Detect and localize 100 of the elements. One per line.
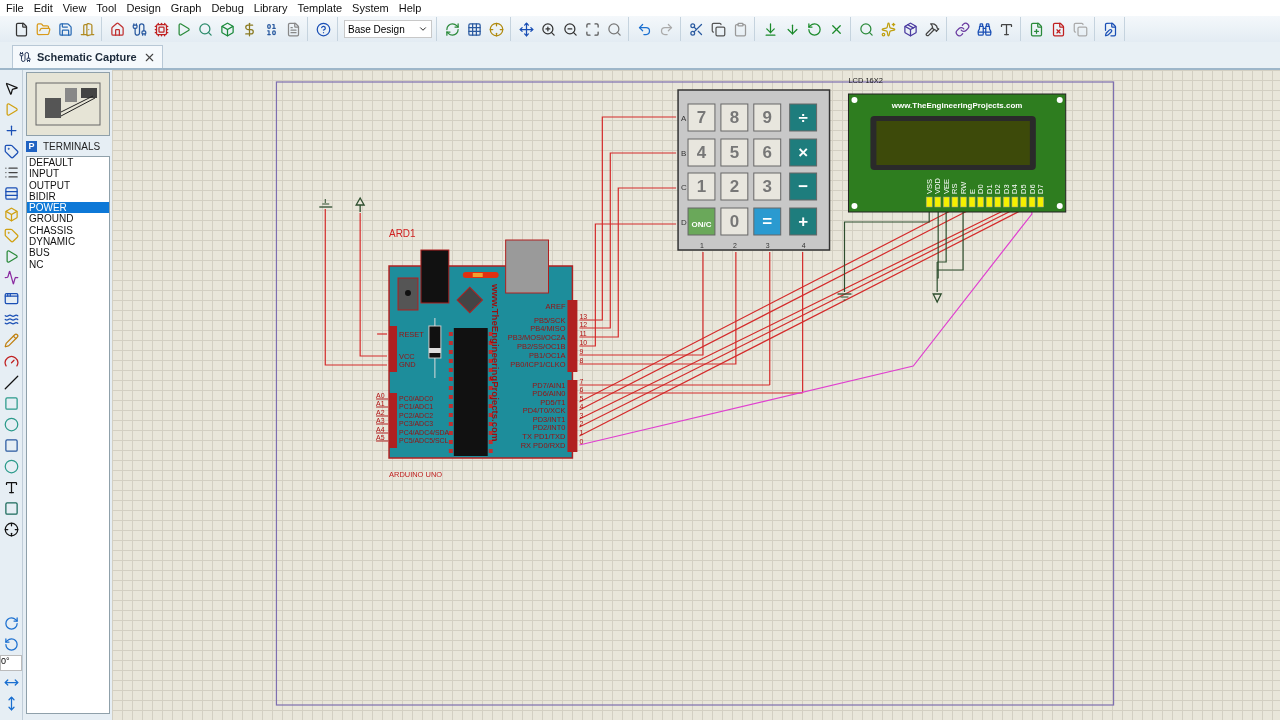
list-item[interactable]: GROUND — [27, 213, 109, 225]
instrument-icon — [3, 353, 19, 369]
list-item[interactable]: BUS — [27, 247, 109, 259]
row-label: B — [681, 149, 687, 158]
pick-device-icon — [859, 21, 874, 37]
keypad-key[interactable]: − — [789, 172, 818, 201]
box-icon — [3, 395, 19, 411]
probe-icon — [3, 332, 19, 348]
list-item[interactable]: NC — [27, 258, 109, 270]
terminal-icon — [3, 227, 19, 243]
block-rotate-icon — [807, 21, 822, 37]
label-icon — [3, 143, 19, 159]
keypad-key[interactable]: ÷ — [789, 103, 818, 132]
list-item[interactable]: POWER — [27, 202, 109, 214]
board-text: www.TheEngineeringProjects.com — [489, 284, 501, 442]
list-item[interactable]: DYNAMIC — [27, 236, 109, 248]
package-icon — [903, 21, 918, 37]
pan-icon — [519, 21, 534, 37]
marker-icon — [3, 521, 19, 537]
list-item[interactable]: INPUT — [27, 168, 109, 180]
menu-item[interactable]: Edit — [29, 2, 59, 14]
menu-item[interactable]: Design — [122, 2, 167, 14]
document-icon — [286, 21, 301, 37]
search-icon — [977, 21, 992, 37]
ground-symbol-icon — [318, 198, 333, 208]
row-label: C — [681, 183, 687, 192]
paste-icon — [733, 21, 748, 37]
chip-icon — [154, 21, 169, 37]
line-icon — [3, 374, 19, 390]
tab[interactable]: Schematic Capture — [12, 45, 163, 68]
keypad-key[interactable]: 7 — [687, 103, 716, 132]
rotate-anticlockwise-icon — [3, 636, 19, 652]
origin-icon — [489, 21, 504, 37]
save-icon — [58, 21, 73, 37]
list-item[interactable]: BIDIR — [27, 190, 109, 203]
zoom-all-icon — [585, 21, 600, 37]
zoom-out-icon — [563, 21, 578, 37]
row-label: D — [681, 218, 687, 227]
chevron-down-icon — [418, 24, 428, 34]
delete-sheet-icon — [1051, 21, 1066, 37]
keypad-key[interactable]: 2 — [720, 172, 749, 201]
zoom-area-icon — [607, 21, 622, 37]
circle-icon — [3, 416, 19, 432]
list-item[interactable]: CHASSIS — [27, 224, 109, 237]
keypad-key[interactable]: 1 — [687, 172, 716, 201]
selector-title: TERMINALS — [43, 140, 101, 152]
menu-item[interactable]: Tool — [92, 2, 123, 14]
lcd-brand-text: www.TheEngineeringProjects.com — [891, 101, 1023, 110]
hammer-icon — [925, 21, 940, 37]
text-icon — [3, 479, 19, 495]
cut-icon — [689, 21, 704, 37]
graph-icon — [3, 269, 19, 285]
new-sheet-icon — [1029, 21, 1044, 37]
rotation-field[interactable]: 0° — [0, 655, 22, 671]
list-item[interactable]: OUTPUT — [27, 179, 109, 191]
keypad-key[interactable]: 5 — [720, 138, 749, 167]
keypad-key[interactable]: + — [789, 207, 818, 236]
door-icon — [80, 21, 95, 37]
grid-icon — [467, 21, 482, 37]
menu-item[interactable]: View — [58, 2, 93, 14]
copy-icon — [711, 21, 726, 37]
report-icon — [1103, 21, 1118, 37]
house-icon — [110, 21, 125, 37]
help-icon — [316, 21, 331, 37]
magnifier-icon — [198, 21, 213, 37]
row-label: A — [681, 114, 687, 123]
keypad-key[interactable]: 3 — [753, 172, 782, 201]
block-move-icon — [785, 21, 800, 37]
rotate-clockwise-icon — [3, 615, 19, 631]
undo-icon — [637, 21, 652, 37]
menu-item[interactable]: Template — [293, 2, 349, 14]
power-terminal-icon — [355, 196, 365, 213]
junction-icon — [3, 122, 19, 138]
keypad-key[interactable]: 0 — [720, 207, 749, 236]
list-item[interactable]: DEFAULT — [27, 157, 109, 169]
menu-item[interactable]: Help — [394, 2, 428, 14]
keypad-key[interactable]: 6 — [753, 138, 782, 167]
pointer-icon — [3, 80, 19, 96]
pick-devices-button[interactable]: P — [26, 140, 37, 152]
zoom-in-icon — [541, 21, 556, 37]
new-file-icon — [14, 21, 29, 37]
keypad-key[interactable]: × — [789, 138, 818, 167]
schematic-icon — [19, 51, 31, 63]
menu-item[interactable]: Library — [249, 2, 294, 14]
binary-icon — [264, 21, 279, 37]
redo-icon — [659, 21, 674, 37]
open-folder-icon — [36, 21, 51, 37]
terminal-arrow-icon — [932, 293, 943, 304]
design-select[interactable]: Base Design — [344, 20, 432, 38]
menu-item[interactable]: Graph — [166, 2, 208, 14]
menu-item[interactable]: Debug — [207, 2, 250, 14]
keypad-key[interactable]: 8 — [720, 103, 749, 132]
keypad-key[interactable]: 9 — [753, 103, 782, 132]
menu-item[interactable]: File — [2, 2, 30, 14]
sheets-icon — [1073, 21, 1088, 37]
block-copy-icon — [763, 21, 778, 37]
ground-symbol-icon — [836, 293, 853, 301]
overview-thumbnail-icon — [35, 82, 101, 126]
menu-item[interactable]: System — [348, 2, 395, 14]
keypad-key[interactable]: 4 — [687, 138, 716, 167]
